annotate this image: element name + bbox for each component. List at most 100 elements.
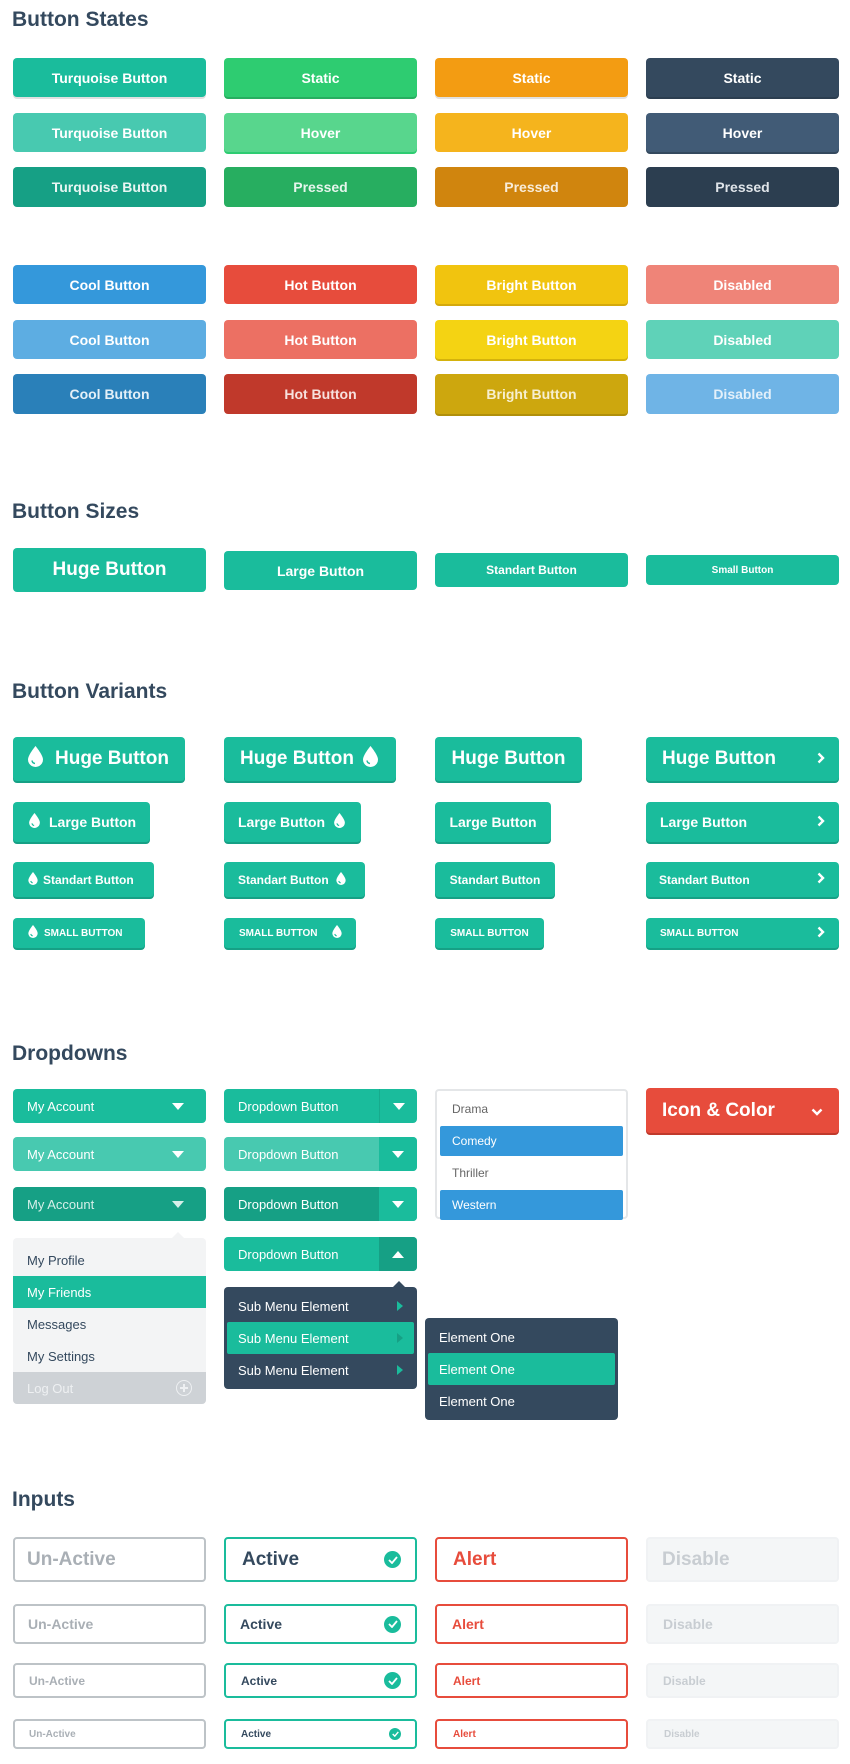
orange-button-hover[interactable]: Hover [435, 113, 628, 152]
split-dropdown-hover[interactable]: Dropdown Button [224, 1137, 417, 1171]
input-placeholder: Un-Active [29, 1673, 86, 1688]
input-unactive-large[interactable]: Un-Active [13, 1604, 206, 1644]
split-dropdown-static[interactable]: Dropdown Button [224, 1089, 417, 1123]
split-toggle[interactable] [379, 1187, 417, 1221]
input-active-huge[interactable]: Active [224, 1537, 417, 1582]
icon-color-dropdown[interactable]: Icon & Color [646, 1088, 839, 1133]
submenu-item[interactable]: Sub Menu Element [227, 1290, 414, 1322]
submenu-item[interactable]: Sub Menu Element [227, 1354, 414, 1386]
list-option-western[interactable]: Western [440, 1190, 623, 1220]
dropdown-label: Icon & Color [662, 1099, 775, 1121]
split-dropdown-pressed[interactable]: Dropdown Button [224, 1187, 417, 1221]
hot-button-pressed[interactable]: Hot Button [224, 374, 417, 414]
element-item-selected[interactable]: Element One [428, 1353, 615, 1385]
small-button-plain[interactable]: SMALL BUTTON [435, 918, 544, 948]
split-toggle[interactable] [379, 1137, 417, 1171]
input-active-small[interactable]: Active [224, 1719, 417, 1749]
bright-button-pressed[interactable]: Bright Button [435, 374, 628, 414]
button-label: Huge Button [240, 748, 354, 769]
plus-circle-icon [176, 1380, 192, 1396]
split-toggle[interactable] [379, 1237, 417, 1271]
button-label: Large Button [660, 814, 748, 830]
menu-item-my-settings[interactable]: My Settings [13, 1340, 206, 1372]
caret-down-icon [172, 1200, 184, 1208]
cool-button-hover[interactable]: Cool Button [13, 320, 206, 359]
emerald-button-static[interactable]: Static [224, 58, 417, 97]
submenu-item-label: Sub Menu Element [238, 1362, 349, 1378]
huge-button-plain[interactable]: Huge Button [435, 737, 582, 781]
small-button-icon-right[interactable]: SMALL BUTTON [224, 918, 356, 948]
navy-button-static[interactable]: Static [646, 58, 839, 97]
small-button-icon-left[interactable]: SMALL BUTTON [13, 918, 145, 948]
list-option-comedy[interactable]: Comedy [440, 1126, 623, 1156]
bright-button-static[interactable]: Bright Button [435, 265, 628, 304]
button-label: Large Button [449, 814, 537, 830]
turquoise-button-hover[interactable]: Turquoise Button [13, 113, 206, 152]
navy-button-pressed[interactable]: Pressed [646, 167, 839, 207]
input-placeholder: Disable [664, 1728, 700, 1740]
hot-button-hover[interactable]: Hot Button [224, 320, 417, 359]
orange-button-pressed[interactable]: Pressed [435, 167, 628, 207]
turquoise-button-pressed[interactable]: Turquoise Button [13, 167, 206, 207]
navy-button-hover[interactable]: Hover [646, 113, 839, 152]
input-alert-standard[interactable]: Alert [435, 1663, 628, 1698]
huge-button-chevron[interactable]: Huge Button [646, 737, 839, 781]
orange-button-static[interactable]: Static [435, 58, 628, 97]
menu-item-log-out[interactable]: Log Out [13, 1372, 206, 1404]
genre-listbox[interactable]: Drama Comedy Thriller Western [435, 1089, 628, 1220]
large-button-chevron[interactable]: Large Button [646, 802, 839, 842]
split-toggle[interactable] [379, 1089, 417, 1123]
input-unactive-standard[interactable]: Un-Active [13, 1663, 206, 1698]
button-label: SMALL BUTTON [239, 927, 318, 939]
cool-button-pressed[interactable]: Cool Button [13, 374, 206, 414]
input-active-large[interactable]: Active [224, 1604, 417, 1644]
menu-item-messages[interactable]: Messages [13, 1308, 206, 1340]
large-button-icon-left[interactable]: Large Button [13, 802, 150, 842]
menu-item-my-profile[interactable]: My Profile [13, 1244, 206, 1276]
menu-item-my-friends[interactable]: My Friends [13, 1276, 206, 1308]
large-button-plain[interactable]: Large Button [435, 802, 551, 842]
hot-button-static[interactable]: Hot Button [224, 265, 417, 304]
input-unactive-small[interactable]: Un-Active [13, 1719, 206, 1749]
standard-button-icon-left[interactable]: Standart Button [13, 862, 154, 897]
list-option-thriller[interactable]: Thriller [440, 1158, 623, 1188]
input-alert-large[interactable]: Alert [435, 1604, 628, 1644]
account-dropdown-hover[interactable]: My Account [13, 1137, 206, 1171]
huge-button-icon-left[interactable]: Huge Button [13, 737, 185, 781]
submenu-item-selected[interactable]: Sub Menu Element [227, 1322, 414, 1354]
list-option-drama[interactable]: Drama [440, 1094, 623, 1124]
element-item[interactable]: Element One [428, 1385, 615, 1417]
caret-down-icon [392, 1102, 405, 1110]
standard-button[interactable]: Standart Button [435, 553, 628, 587]
input-unactive-huge[interactable]: Un-Active [13, 1537, 206, 1582]
turquoise-button-static[interactable]: Turquoise Button [13, 58, 206, 97]
check-circle-icon [384, 1615, 401, 1633]
cool-button-static[interactable]: Cool Button [13, 265, 206, 304]
bright-button-hover[interactable]: Bright Button [435, 320, 628, 359]
huge-button[interactable]: Huge Button [13, 548, 206, 592]
input-active-standard[interactable]: Active [224, 1663, 417, 1698]
emerald-button-pressed[interactable]: Pressed [224, 167, 417, 207]
section-heading-inputs: Inputs [12, 1488, 75, 1511]
standard-button-plain[interactable]: Standart Button [435, 862, 555, 897]
large-button-icon-right[interactable]: Large Button [224, 802, 361, 842]
submenu-item-label: Sub Menu Element [238, 1330, 349, 1346]
caret-down-icon [392, 1150, 404, 1158]
account-dropdown-static[interactable]: My Account [13, 1089, 206, 1123]
small-button[interactable]: Small Button [646, 555, 839, 585]
check-circle-icon [384, 1672, 401, 1689]
split-dropdown-open[interactable]: Dropdown Button [224, 1237, 417, 1271]
large-button[interactable]: Large Button [224, 551, 417, 590]
input-placeholder: Disable [663, 1673, 706, 1688]
huge-button-icon-right[interactable]: Huge Button [224, 737, 396, 781]
account-dropdown-open[interactable]: My Account [13, 1187, 206, 1221]
input-alert-small[interactable]: Alert [435, 1719, 628, 1749]
standard-button-icon-right[interactable]: Standart Button [224, 862, 365, 897]
standard-button-chevron[interactable]: Standart Button [646, 862, 839, 897]
element-item[interactable]: Element One [428, 1321, 615, 1353]
emerald-button-hover[interactable]: Hover [224, 113, 417, 152]
chevron-down-icon [811, 1100, 823, 1122]
drop-icon [28, 745, 43, 773]
input-alert-huge[interactable]: Alert [435, 1537, 628, 1582]
small-button-chevron[interactable]: SMALL BUTTON [646, 918, 839, 948]
